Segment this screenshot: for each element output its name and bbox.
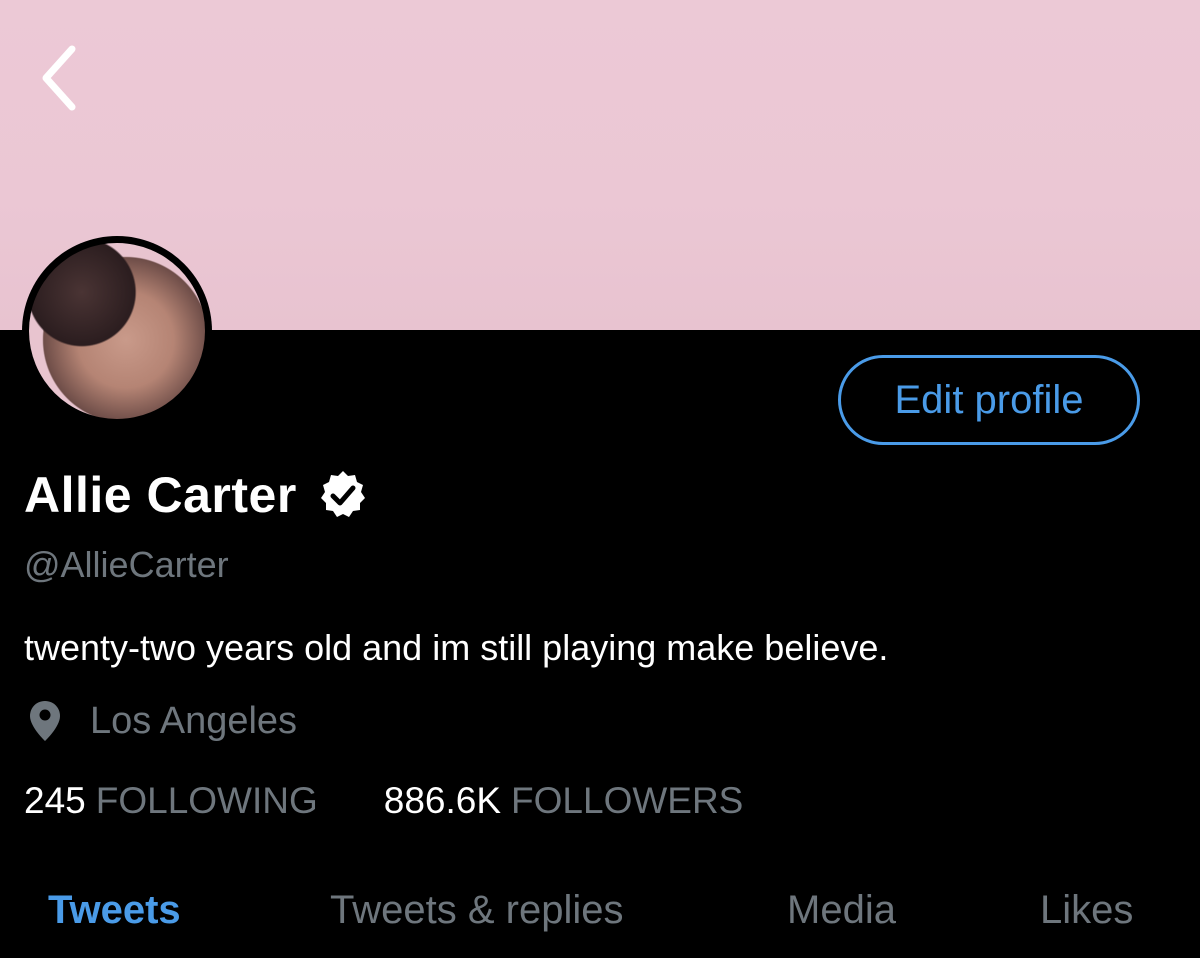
profile-location: Los Angeles — [24, 696, 297, 746]
avatar-image — [29, 243, 205, 419]
following-label: FOLLOWING — [95, 780, 318, 821]
tab-media[interactable]: Media — [787, 880, 896, 940]
profile-handle: @AllieCarter — [24, 544, 229, 585]
tab-likes[interactable]: Likes — [1040, 880, 1133, 940]
name-row: Allie Carter — [24, 465, 369, 525]
avatar[interactable] — [22, 236, 212, 426]
followers-label: FOLLOWERS — [511, 780, 744, 821]
following-count: 245 — [24, 780, 86, 821]
profile-stats: 245 FOLLOWING 886.6K FOLLOWERS — [24, 778, 743, 824]
edit-profile-button[interactable]: Edit profile — [838, 355, 1140, 445]
location-text: Los Angeles — [90, 699, 298, 742]
followers-stat[interactable]: 886.6K FOLLOWERS — [384, 780, 744, 822]
back-button[interactable] — [28, 38, 88, 118]
profile-bio: twenty-two years old and im still playin… — [24, 627, 889, 668]
verified-badge-icon — [320, 471, 365, 517]
profile-tabs: Tweets Tweets & replies Media Likes — [0, 880, 1200, 940]
following-stat[interactable]: 245 FOLLOWING — [24, 780, 318, 822]
display-name: Allie Carter — [24, 467, 297, 523]
tab-tweets[interactable]: Tweets — [48, 880, 181, 940]
tab-tweets-and-replies[interactable]: Tweets & replies — [330, 880, 623, 940]
location-pin-icon — [30, 701, 60, 741]
chevron-left-icon — [42, 45, 76, 111]
followers-count: 886.6K — [383, 780, 502, 821]
